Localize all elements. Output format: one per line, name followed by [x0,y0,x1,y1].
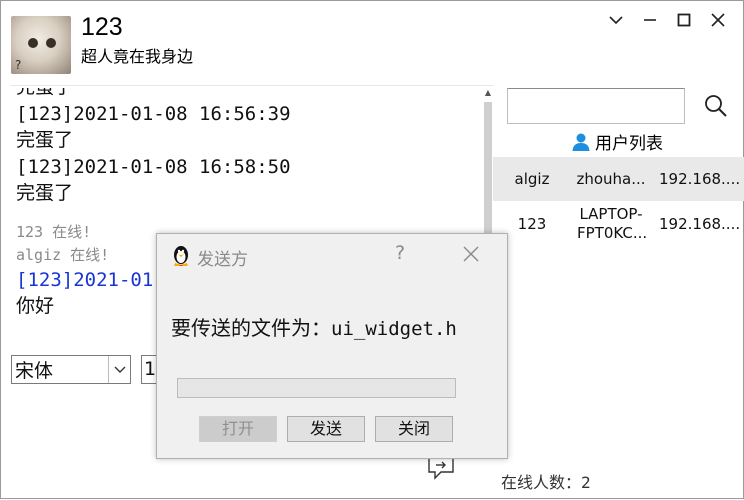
user-ip: 192.168.... [659,170,741,188]
user-host: zhouha... [576,169,646,188]
chat-message-header: [123]2021-01-08 16:58:50 [16,155,291,178]
header-divider [11,85,493,86]
chat-message: 完蛋了 [11,88,493,101]
open-button[interactable]: 打开 [199,416,277,442]
online-count-value: 2 [581,473,591,492]
contact-signature: 超人竟在我身边 [81,47,194,66]
minimize-icon [644,19,656,21]
window-controls [599,7,735,33]
maximize-icon [677,13,691,27]
file-message: 要传送的文件为：ui_widget.h [171,312,457,341]
chevron-down-icon [609,16,623,25]
search-button[interactable] [703,93,729,119]
user-list-title-label: 用户列表 [595,134,663,154]
user-icon [572,133,590,151]
contact-name: 123 [81,13,123,41]
user-name: algiz [514,170,550,188]
user-name: 123 [517,215,547,233]
search-icon [705,95,727,117]
search-input[interactable] [507,88,685,124]
user-list: algiz zhouha... 192.168.... 123 LAPTOP-F… [493,157,744,247]
avatar[interactable]: ? [11,16,71,74]
close-button[interactable] [701,7,735,33]
penguin-icon [174,246,188,266]
user-host: LAPTOP-FPT0KC... [577,205,648,242]
close-icon [463,246,479,262]
font-family-select[interactable]: 宋体 [11,355,131,384]
close-icon [711,13,725,27]
send-button[interactable]: 发送 [287,416,365,442]
help-button[interactable]: ? [395,242,405,264]
file-message-prefix: 要传送的文件为： [171,316,331,340]
avatar-eye [46,38,56,48]
chevron-down-icon[interactable] [108,356,130,383]
avatar-badge: ? [15,58,22,72]
send-arrow-button[interactable] [427,456,455,480]
send-arrow-icon [428,457,454,480]
online-count-label: 在线人数： [501,473,582,492]
chat-message: 完蛋了 [16,129,74,151]
user-list-title: 用户列表 [571,129,663,154]
dialog-title: 发送方 [197,250,248,270]
chat-message: 完蛋了 [16,182,74,204]
chat-window: ? 123 超人竟在我身边 完蛋了 [123]2021-01-08 16:56:… [0,0,744,499]
scroll-up-icon[interactable]: ▲ [483,88,493,98]
user-row[interactable]: algiz zhouha... 192.168.... [493,157,744,201]
avatar-eye [28,38,38,48]
chat-message-header: [123]2021-01-08 16:56:39 [16,102,291,125]
file-send-dialog: 发送方 ? 要传送的文件为：ui_widget.h 打开 发送 关闭 [156,233,508,459]
file-name: ui_widget.h [331,318,457,340]
online-count: 在线人数：2 [501,469,591,493]
dialog-close-button[interactable] [461,244,481,264]
transfer-progress-bar [177,378,456,398]
user-ip: 192.168.... [659,215,741,233]
collapse-button[interactable] [599,7,633,33]
font-family-value: 宋体 [15,360,54,382]
user-panel: 用户列表 algiz zhouha... 192.168.... 123 LAP… [493,85,744,500]
minimize-button[interactable] [633,7,667,33]
user-row[interactable]: 123 LAPTOP-FPT0KC... 192.168.... [493,201,744,247]
maximize-button[interactable] [667,7,701,33]
close-dialog-button[interactable]: 关闭 [375,416,453,442]
